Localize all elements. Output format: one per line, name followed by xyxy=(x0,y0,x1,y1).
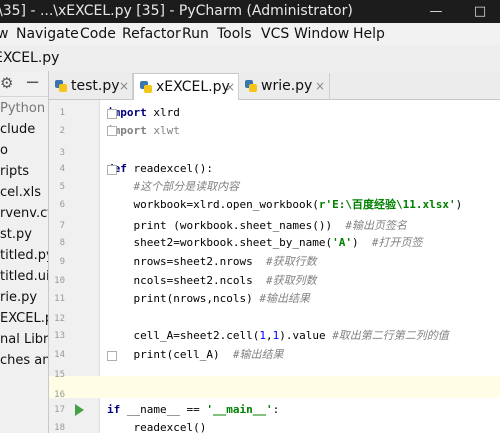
code-line: 11 print(nrows,ncols) #输出结果 xyxy=(49,288,500,310)
tree-item-xexcel-py[interactable]: EXCEL.py xyxy=(0,308,48,330)
code-text: workbook=xlrd.open_workbook( xyxy=(107,198,319,211)
tree-item-wrie-py[interactable]: rie.py xyxy=(0,287,37,309)
menu-navigate[interactable]: Navigate xyxy=(16,23,79,45)
comment: #输出结果 xyxy=(232,348,284,361)
tree-item-python[interactable]: Python xyxy=(0,98,45,120)
comment: #输出页签名 xyxy=(345,219,408,232)
code-text: ) xyxy=(455,198,463,211)
tab-label: test.py xyxy=(71,78,120,94)
line-number: 2 xyxy=(59,126,65,136)
keyword: if xyxy=(107,403,121,416)
code-text: ).value xyxy=(279,329,333,342)
tree-item-untitled-py[interactable]: titled.py xyxy=(0,245,48,267)
maximize-button[interactable]: □ xyxy=(458,0,500,23)
comment: #输出结果 xyxy=(259,292,310,305)
number-literal: 1 xyxy=(259,329,266,342)
fold-marker-icon[interactable] xyxy=(107,126,117,136)
comment: #获取行数 xyxy=(265,255,317,268)
fold-marker-icon[interactable] xyxy=(107,165,117,175)
code-text: ncols=sheet2.ncols xyxy=(107,274,266,287)
code-text: sheet2=workbook.sheet_by_name( xyxy=(107,236,333,249)
menu-vcs[interactable]: VCS xyxy=(261,23,289,45)
tree-item-include[interactable]: clude xyxy=(0,119,35,141)
comment: #这个部分是读取内容 xyxy=(133,180,240,193)
breadcrumb-file[interactable]: EXCEL.py xyxy=(0,45,59,71)
line-number: 15 xyxy=(54,370,65,380)
code-text: xlwt xyxy=(146,124,180,137)
code-line: 18 readexcel() xyxy=(49,417,500,439)
tree-item-scripts[interactable]: ripts xyxy=(0,161,29,183)
comment: #获取列数 xyxy=(265,274,317,287)
tab-test-py[interactable]: test.py × xyxy=(49,73,133,99)
tab-label: wrie.py xyxy=(261,78,313,94)
comment: #取出第二行第二列的值 xyxy=(332,329,449,342)
code-text: readexcel(): xyxy=(126,162,213,175)
gear-icon[interactable]: ⚙ xyxy=(0,74,13,92)
tree-item-untitled-ui[interactable]: titled.ui xyxy=(0,266,48,288)
tree-item-lib[interactable]: o xyxy=(0,140,8,162)
close-icon[interactable]: × xyxy=(225,74,235,100)
project-toolbar: ⚙ − xyxy=(0,71,48,97)
tree-item-scratches[interactable]: ches and xyxy=(0,350,48,372)
close-icon[interactable]: × xyxy=(119,73,129,99)
line-number: 11 xyxy=(54,294,65,304)
collapse-icon[interactable]: − xyxy=(25,72,40,93)
menu-refactor[interactable]: Refactor xyxy=(122,23,181,45)
code-text: ) xyxy=(352,236,372,249)
fold-marker-icon[interactable] xyxy=(107,109,117,119)
python-file-icon xyxy=(55,80,67,92)
code-text: readexcel() xyxy=(107,421,207,434)
comment: #打开页签 xyxy=(371,236,423,249)
menu-bar: w Navigate Code Refactor Run Tools VCS W… xyxy=(0,23,500,45)
code-text: xlrd xyxy=(146,106,180,119)
code-line: 15 xyxy=(49,364,500,386)
line-number: 14 xyxy=(54,350,65,360)
menu-help[interactable]: Help xyxy=(353,23,385,45)
menu-view[interactable]: w xyxy=(0,23,8,45)
window-title: \35] - ...\xEXCEL.py [35] - PyCharm (Adm… xyxy=(0,3,353,19)
tab-label: xEXCEL.py xyxy=(156,79,230,95)
tree-item-pyvenv-cfg[interactable]: rvenv.cfg xyxy=(0,203,48,225)
line-number: 18 xyxy=(54,423,65,433)
menu-code[interactable]: Code xyxy=(80,23,116,45)
menu-window[interactable]: Window xyxy=(294,23,349,45)
code-line: 6 workbook=xlrd.open_workbook(r'E:\百度经验\… xyxy=(49,194,500,216)
code-text: __name__ == xyxy=(120,403,207,416)
code-text: , xyxy=(265,329,273,342)
code-text: print(cell_A) xyxy=(107,348,233,361)
minimize-button[interactable]: — xyxy=(414,0,458,23)
tab-wrie-py[interactable]: wrie.py × xyxy=(239,73,330,99)
run-arrow-icon[interactable] xyxy=(75,404,84,416)
string-literal: 'A' xyxy=(332,236,353,249)
code-text: nrows=sheet2.nrows xyxy=(107,255,266,268)
code-text: print(nrows,ncols) xyxy=(107,292,260,305)
code-text: : xyxy=(272,403,280,416)
python-file-icon xyxy=(140,81,152,93)
tab-xexcel-py[interactable]: xEXCEL.py × xyxy=(133,73,239,100)
tree-item-external-libraries[interactable]: nal Libra xyxy=(0,329,48,351)
string-literal: r'E:\百度经验\11.xlsx' xyxy=(318,198,456,211)
code-text: print (workbook.sheet_names()) xyxy=(107,219,346,232)
code-editor[interactable]: 1 import xlrd 2 import xlwt 3 4 def read… xyxy=(49,100,500,434)
tree-item-excel-xls[interactable]: cel.xls xyxy=(0,182,41,204)
editor-tabs: test.py × xEXCEL.py × wrie.py × xyxy=(49,71,500,100)
string-literal: '__main__' xyxy=(206,403,273,416)
python-file-icon xyxy=(245,80,257,92)
line-number: 6 xyxy=(59,200,65,210)
project-panel: ⚙ − Python clude o ripts cel.xls rvenv.c… xyxy=(0,71,49,433)
title-bar: \35] - ...\xEXCEL.py [35] - PyCharm (Adm… xyxy=(0,0,500,23)
code-text: cell_A=sheet2.cell( xyxy=(107,329,260,342)
menu-run[interactable]: Run xyxy=(182,23,209,45)
navigation-bar: EXCEL.py xyxy=(0,45,500,72)
menu-tools[interactable]: Tools xyxy=(217,23,252,45)
close-icon[interactable]: × xyxy=(315,73,325,99)
tree-item-test-py[interactable]: st.py xyxy=(0,224,32,246)
fold-marker-icon[interactable] xyxy=(107,351,117,361)
